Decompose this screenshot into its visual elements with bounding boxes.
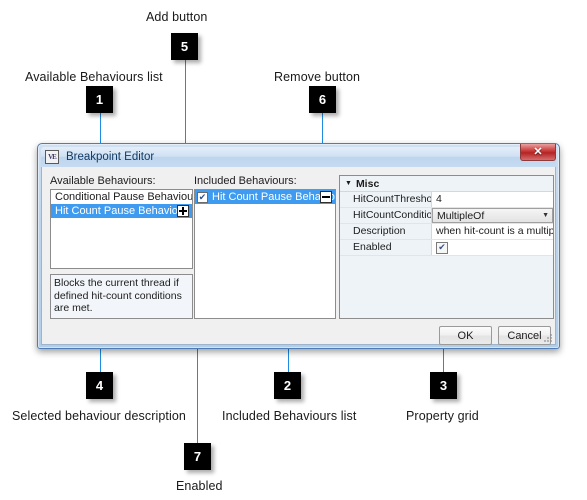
annotation-label-1: Available Behaviours list xyxy=(25,70,163,84)
list-item[interactable]: Hit Count Pause Behaviour xyxy=(51,204,192,218)
resize-grip-icon[interactable] xyxy=(543,333,553,343)
ok-button[interactable]: OK xyxy=(439,326,492,345)
annotation-badge-6: 6 xyxy=(309,86,336,113)
property-name: HitCountCondition xyxy=(340,208,432,223)
annotation-label-5: Add button xyxy=(146,10,208,24)
property-value[interactable]: 4 xyxy=(432,192,553,207)
annotation-badge-3: 3 xyxy=(430,372,457,399)
dropdown-value: MultipleOf xyxy=(437,209,485,222)
property-value[interactable]: when hit-count is a multiple of 4 xyxy=(432,224,553,239)
check-icon: ✔ xyxy=(438,242,446,252)
annotation-badge-4: 4 xyxy=(86,372,113,399)
chevron-down-icon: ▼ xyxy=(345,180,352,187)
property-group-label: Misc xyxy=(355,177,380,190)
annotation-label-2: Included Behaviours list xyxy=(222,409,357,423)
list-item-label: Hit Count Pause Behaviour xyxy=(212,191,336,203)
property-group-header[interactable]: ▼ Misc xyxy=(340,176,553,192)
available-behaviours-list[interactable]: Conditional Pause Behaviour Hit Count Pa… xyxy=(50,189,193,269)
annotation-label-6: Remove button xyxy=(274,70,361,84)
property-row-hitcountcondition[interactable]: HitCountCondition MultipleOf ▼ xyxy=(340,208,553,224)
property-name: Enabled xyxy=(340,240,432,255)
dialog-titlebar[interactable]: VE Breakpoint Editor ✕ xyxy=(41,144,556,167)
property-row-hitcountthreshold[interactable]: HitCountThreshold 4 xyxy=(340,192,553,208)
hitcountcondition-dropdown[interactable]: MultipleOf ▼ xyxy=(432,208,553,223)
included-item-checkbox[interactable]: ✔ xyxy=(197,191,208,203)
close-icon: ✕ xyxy=(533,145,543,158)
annotation-label-4: Selected behaviour description xyxy=(12,409,186,423)
property-value: ✔ xyxy=(432,240,553,255)
dialog-title: Breakpoint Editor xyxy=(66,151,155,163)
included-behaviours-label: Included Behaviours: xyxy=(194,175,297,187)
check-icon: ✔ xyxy=(198,191,207,202)
annotation-label-3: Property grid xyxy=(406,409,479,423)
property-name: Description xyxy=(340,224,432,239)
breakpoint-editor-dialog: VE Breakpoint Editor ✕ Available Behavio… xyxy=(37,143,560,349)
dialog-client-area: Available Behaviours: Conditional Pause … xyxy=(41,167,556,345)
annotation-label-7: Enabled xyxy=(176,479,223,493)
list-item-label: Hit Count Pause Behaviour xyxy=(55,205,188,217)
available-behaviours-label: Available Behaviours: xyxy=(50,175,156,187)
property-row-enabled[interactable]: Enabled ✔ xyxy=(340,240,553,256)
close-button[interactable]: ✕ xyxy=(520,144,556,161)
list-item[interactable]: Conditional Pause Behaviour xyxy=(51,190,192,204)
description-text: Blocks the current thread if defined hit… xyxy=(54,277,182,314)
property-grid[interactable]: ▼ Misc HitCountThreshold 4 HitCountCondi… xyxy=(339,175,554,319)
annotation-badge-2: 2 xyxy=(274,372,301,399)
annotation-badge-7: 7 xyxy=(184,443,211,470)
property-name: HitCountThreshold xyxy=(340,192,432,207)
included-behaviours-list[interactable]: ✔ Hit Count Pause Behaviour xyxy=(194,189,336,319)
list-item[interactable]: ✔ Hit Count Pause Behaviour xyxy=(195,190,335,204)
annotation-badge-5: 5 xyxy=(171,33,198,60)
list-item-label: Conditional Pause Behaviour xyxy=(55,191,193,203)
enabled-checkbox[interactable]: ✔ xyxy=(436,241,448,254)
annotation-badge-1: 1 xyxy=(86,86,113,113)
remove-button[interactable] xyxy=(320,191,332,203)
add-button[interactable] xyxy=(177,205,189,217)
property-row-description[interactable]: Description when hit-count is a multiple… xyxy=(340,224,553,240)
selected-behaviour-description: Blocks the current thread if defined hit… xyxy=(50,274,193,319)
chevron-down-icon: ▼ xyxy=(542,212,549,219)
breakpoint-editor-icon: VE xyxy=(45,150,59,164)
